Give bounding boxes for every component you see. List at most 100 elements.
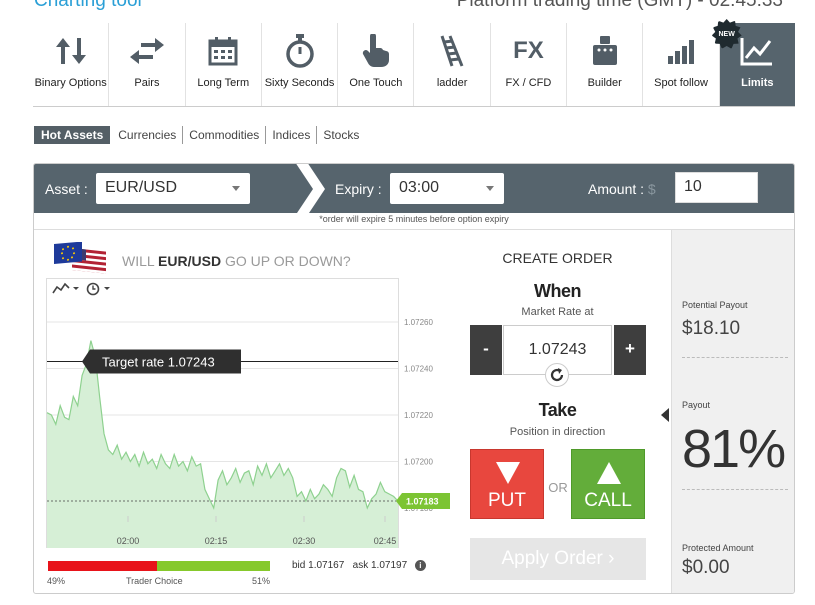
pointing-hand-icon	[357, 33, 395, 69]
bid-label: bid	[292, 560, 306, 571]
tab-one-touch[interactable]: One Touch	[338, 23, 415, 106]
trade-panel: Asset : EUR/USD Expiry : 03:00 Amount : …	[33, 163, 795, 594]
cat-stocks[interactable]: Stocks	[317, 126, 365, 144]
target-rate-label: Target rate 1.07243	[102, 354, 215, 369]
cat-currencies[interactable]: Currencies	[112, 126, 184, 144]
take-heading: Take	[538, 400, 577, 420]
price-chart: 1.072601.072401.072201.072001.07180Targe…	[46, 278, 450, 556]
chevron-down-icon	[232, 186, 240, 191]
refresh-icon[interactable]	[545, 363, 569, 387]
protected-amount-value: $0.00	[682, 557, 730, 578]
fx-icon: FX	[513, 37, 544, 64]
create-order-title: CREATE ORDER	[502, 250, 613, 266]
tab-long-term[interactable]: Long Term	[186, 23, 262, 106]
amount-label-text: Amount :	[588, 181, 645, 197]
call-percentage: 51%	[252, 576, 271, 586]
amount-input[interactable]: 10	[675, 172, 758, 203]
current-price-label: 1.07183	[406, 497, 439, 507]
tab-limits[interactable]: NEW Limits	[711, 19, 795, 106]
tab-pairs[interactable]: Pairs	[109, 23, 186, 106]
tab-fx-cfd[interactable]: FX FX / CFD	[491, 23, 568, 106]
tab-label: Spot follow	[654, 77, 708, 89]
x-tick-label: 02:30	[293, 536, 316, 546]
question-suffix: GO UP OR DOWN?	[221, 253, 351, 269]
ask-label: ask	[352, 560, 369, 571]
calendar-icon	[204, 33, 242, 69]
question-asset: EUR/USD	[158, 253, 222, 269]
cat-hot-assets[interactable]: Hot Assets	[34, 126, 111, 144]
chart-toolbar	[52, 282, 114, 296]
platform-time: Platform trading time (GMT) - 02:45:33	[456, 0, 783, 11]
cat-indices[interactable]: Indices	[266, 126, 318, 144]
trading-page: Charting tool Platform trading time (GMT…	[0, 0, 815, 605]
arrow-up-icon	[597, 462, 621, 484]
put-share-bar	[48, 561, 157, 571]
asset-select[interactable]: EUR/USD	[96, 173, 250, 204]
eur-usd-flag-icon	[54, 242, 106, 274]
bar-chart-icon	[662, 33, 700, 69]
cube-stack-icon	[586, 33, 624, 69]
chevron-down-icon	[486, 186, 494, 191]
tab-label: Sixty Seconds	[264, 77, 335, 89]
potential-payout-value: $18.10	[682, 318, 741, 339]
put-button[interactable]: PUT	[470, 449, 544, 519]
tool-tabs: Binary Options Pairs Long Term Sixty Sec…	[33, 19, 795, 107]
clock-icon[interactable]	[86, 282, 114, 296]
chart-type-icon[interactable]	[52, 282, 80, 296]
charting-tool-link[interactable]: Charting tool	[34, 0, 142, 12]
tab-builder[interactable]: Builder	[567, 23, 644, 106]
tab-spot-follow[interactable]: Spot follow	[643, 23, 720, 106]
increase-rate-button[interactable]: +	[614, 325, 646, 375]
tab-binary-options[interactable]: Binary Options	[33, 23, 110, 106]
decrease-rate-button[interactable]: -	[470, 325, 502, 375]
y-tick-label: 1.07240	[404, 364, 433, 373]
asset-label: Asset :	[45, 181, 88, 197]
protected-amount-label: Protected Amount	[682, 543, 754, 553]
x-tick-label: 02:00	[117, 536, 140, 546]
call-button[interactable]: CALL	[571, 449, 645, 519]
bid-value: 1.07167	[308, 560, 345, 571]
info-icon[interactable]: i	[414, 560, 426, 571]
stopwatch-icon	[281, 33, 319, 69]
bid-ask-quote: bid 1.07167 ask 1.07197 i	[292, 560, 426, 571]
x-tick-label: 02:45	[374, 536, 397, 546]
asset-category-tabs: Hot Assets Currencies Commodities Indice…	[34, 126, 365, 144]
x-tick-label: 02:15	[205, 536, 228, 546]
call-share-bar	[156, 561, 270, 571]
tab-label: Binary Options	[34, 77, 107, 89]
payout-pointer-icon	[661, 408, 669, 422]
cat-commodities[interactable]: Commodities	[183, 126, 267, 144]
order-bar: Asset : EUR/USD Expiry : 03:00 Amount : …	[34, 164, 794, 219]
or-label: OR	[548, 480, 568, 495]
put-label: PUT	[488, 490, 526, 511]
up-down-arrows-icon	[52, 33, 90, 69]
payout-percentage: 81%	[682, 419, 786, 479]
y-tick-label: 1.07220	[404, 411, 433, 420]
expiry-select[interactable]: 03:00	[390, 173, 504, 204]
tab-ladder[interactable]: ladder	[414, 23, 491, 106]
left-right-arrows-icon	[128, 33, 166, 69]
tab-label: One Touch	[349, 77, 403, 89]
tab-label: Long Term	[197, 77, 250, 89]
rate-stepper: - 1.07243 +	[470, 325, 646, 387]
direction-question: WILL EUR/USD GO UP OR DOWN?	[122, 253, 351, 269]
expiry-select-value: 03:00	[399, 179, 440, 196]
when-heading: When	[534, 281, 582, 301]
when-subtitle: Market Rate at	[521, 306, 594, 318]
tab-label: ladder	[436, 77, 468, 89]
ask-value: 1.07197	[370, 560, 408, 571]
tab-label: Builder	[587, 77, 622, 89]
divider	[682, 489, 788, 490]
y-tick-label: 1.07260	[404, 318, 433, 327]
apply-order-button[interactable]: Apply Order ›	[470, 538, 646, 580]
trader-choice-label: Trader Choice	[126, 576, 183, 586]
payout-panel: Potential Payout $18.10 Payout 81% Prote…	[671, 230, 794, 593]
currency-symbol: $	[647, 181, 656, 197]
line-chart-icon	[738, 33, 776, 69]
asset-select-value: EUR/USD	[105, 179, 178, 196]
chart-svg: 1.072601.072401.072201.072001.07180Targe…	[46, 318, 450, 548]
tab-label: Pairs	[134, 77, 160, 89]
tab-sixty-seconds[interactable]: Sixty Seconds	[262, 23, 339, 106]
tab-label: FX / CFD	[505, 77, 552, 89]
expiry-label: Expiry :	[335, 181, 382, 197]
